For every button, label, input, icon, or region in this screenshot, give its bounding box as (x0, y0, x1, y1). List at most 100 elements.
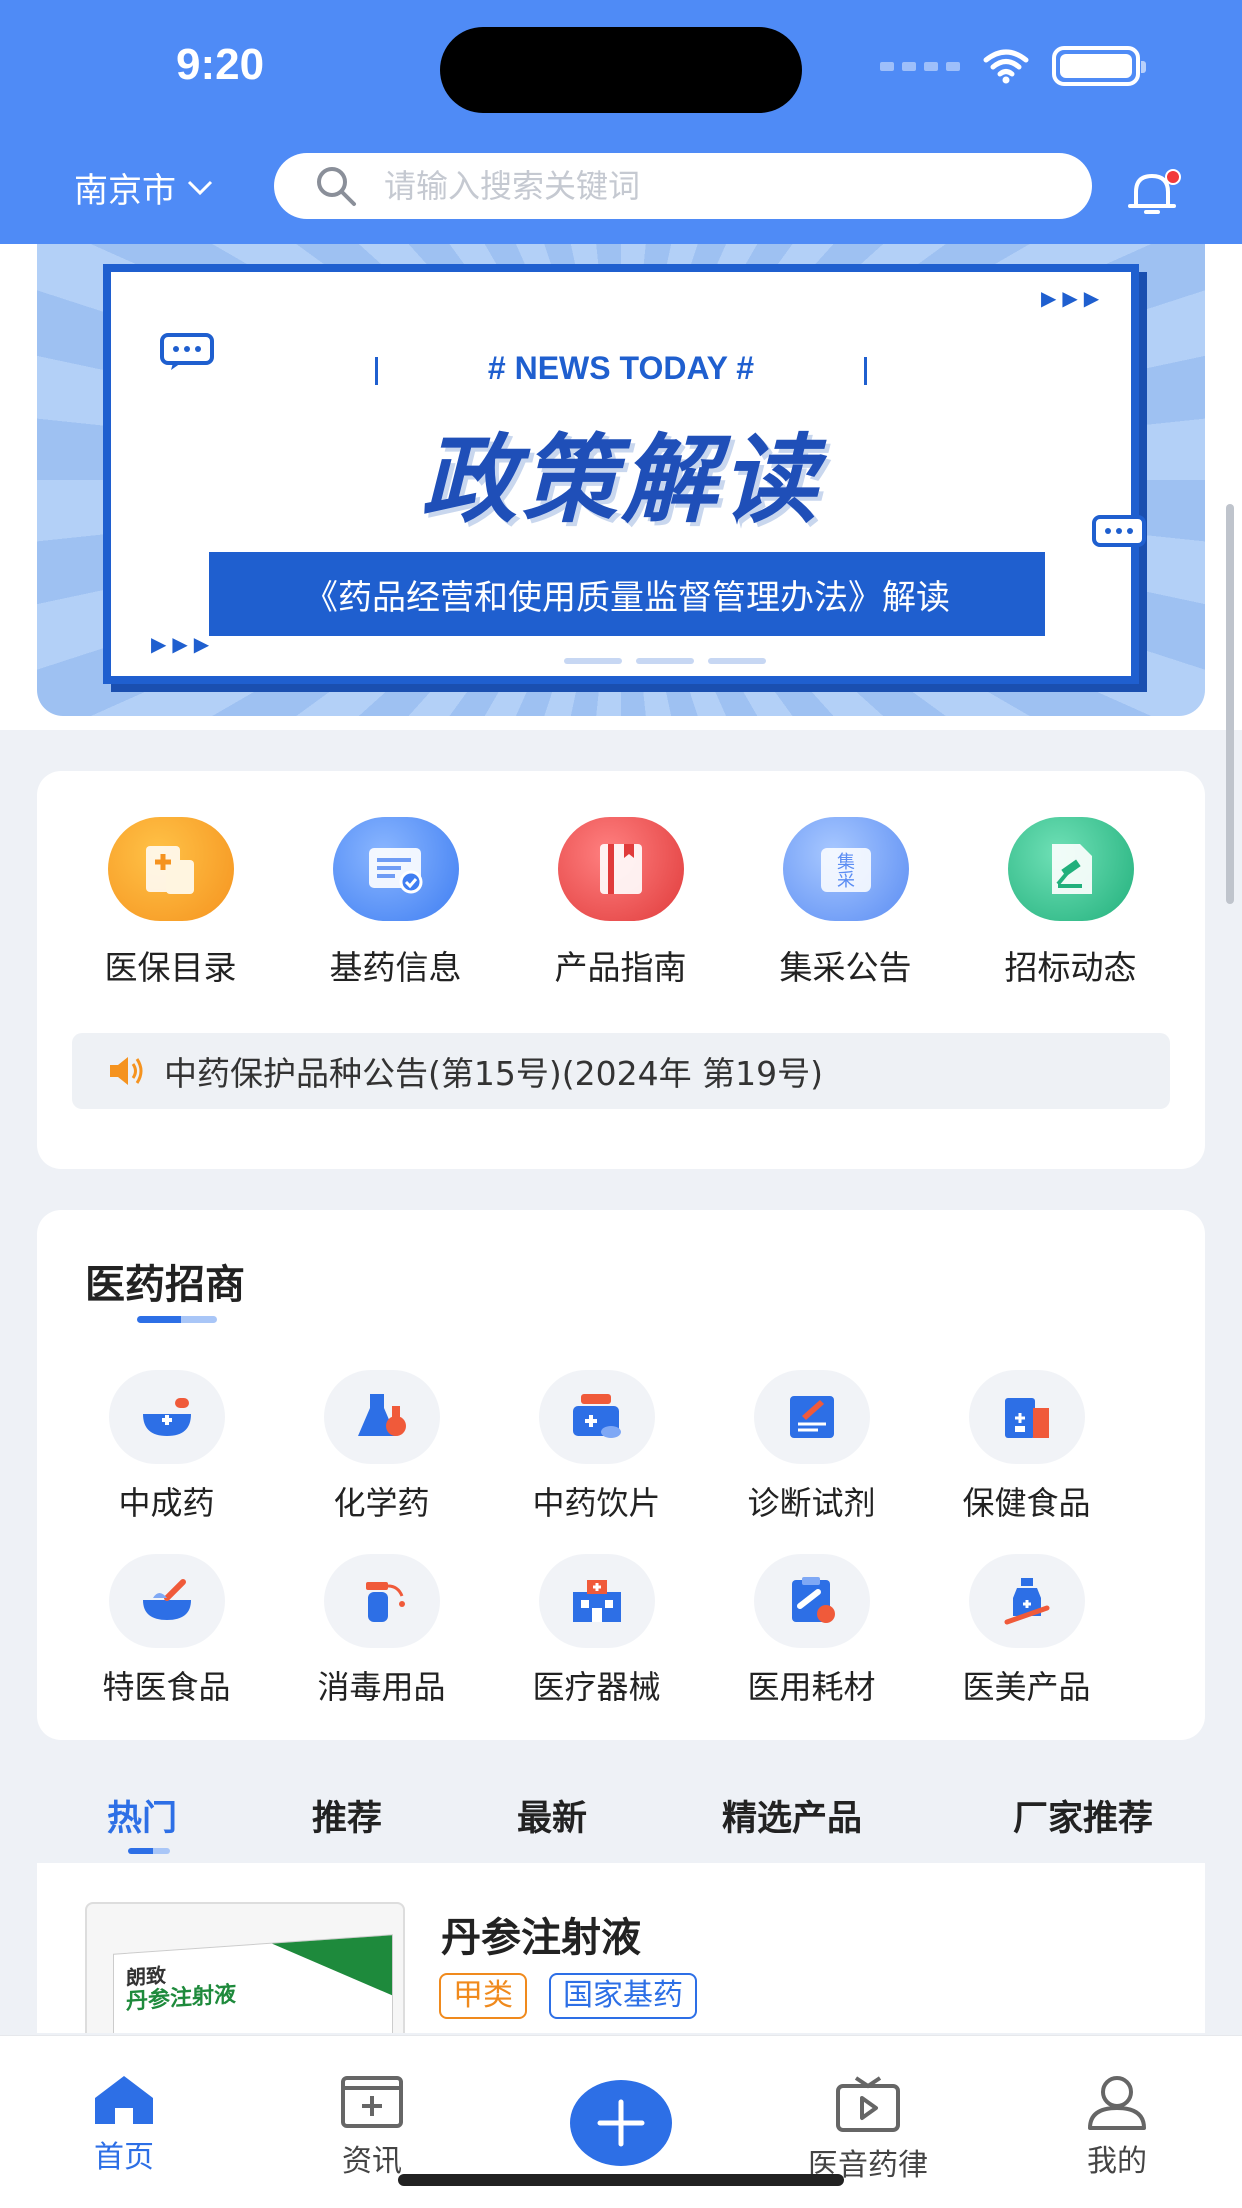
category-label: 医用耗材 (747, 1668, 876, 1706)
notice-bar[interactable]: 中药保护品种公告(第15号)(2024年 第19号) (72, 1033, 1170, 1109)
category-item[interactable]: 消毒用品 (274, 1554, 489, 1708)
tab-hot[interactable]: 热门 (107, 1790, 177, 1841)
category-item[interactable]: 医用耗材 (704, 1554, 919, 1708)
category-label: 诊断试剂 (747, 1484, 876, 1522)
product-tags: 甲类 国家基药 (439, 1973, 697, 2019)
category-item[interactable]: 医美产品 (919, 1554, 1134, 1708)
nav-home[interactable]: 首页 (44, 2074, 204, 2176)
carousel-indicator (492, 658, 766, 664)
category-label: 中成药 (118, 1484, 215, 1522)
active-tab-indicator (128, 1848, 170, 1854)
shortcut-procurement[interactable]: 集采 集采公告 (733, 817, 958, 989)
search-icon (317, 167, 356, 206)
signal-icon (880, 61, 960, 71)
tab-featured[interactable]: 精选产品 (722, 1790, 862, 1841)
search-bar[interactable] (274, 153, 1092, 219)
bell-icon (1128, 169, 1181, 214)
product-tag: 甲类 (439, 1973, 527, 2019)
category-label: 中药饮片 (532, 1484, 661, 1522)
category-label: 医美产品 (962, 1668, 1091, 1706)
scrollbar[interactable] (1226, 504, 1234, 904)
shortcut-label: 产品指南 (554, 948, 687, 987)
flask-icon (323, 1370, 440, 1464)
banner-card: # NEWS TODAY # 政策解读 《药品经营和使用质量监督管理办法》解读 … (103, 264, 1146, 684)
nav-label: 资讯 (342, 2144, 402, 2179)
category-grid: 中成药 化学药 中药饮片 诊断试剂 保健食品 特医食品 消毒用品 医疗器械 医用… (59, 1370, 1183, 1708)
nav-label: 首页 (94, 2140, 154, 2175)
wifi-icon (983, 49, 1029, 84)
medicine-box-icon (538, 1370, 655, 1464)
product-tag: 国家基药 (549, 1973, 697, 2019)
notification-button[interactable] (1126, 168, 1182, 222)
category-label: 消毒用品 (317, 1668, 446, 1706)
product-box: 朗致 丹参注射液 (113, 1934, 393, 2033)
shortcut-card: 医保目录 基药信息 产品指南 集采 集采公告 招标动态 中药保护品种公告(第15… (37, 771, 1205, 1169)
search-input[interactable] (384, 167, 984, 205)
banner-title: 政策解读 (421, 424, 821, 536)
category-item[interactable]: 中成药 (59, 1370, 274, 1524)
shortcut-essential-drugs[interactable]: 基药信息 (283, 817, 508, 989)
procurement-icon: 集采 (782, 817, 909, 921)
dynamic-island (440, 27, 802, 113)
category-item[interactable]: 中药饮片 (489, 1370, 704, 1524)
banner-carousel[interactable]: # NEWS TODAY # 政策解读 《药品经营和使用质量监督管理办法》解读 … (37, 244, 1205, 716)
shortcut-label: 医保目录 (104, 948, 237, 987)
medical-insurance-icon (107, 817, 234, 921)
home-icon (95, 2076, 153, 2124)
shortcut-medical-insurance[interactable]: 医保目录 (58, 817, 283, 989)
arrows-decoration: ▶▶▶ (151, 632, 216, 656)
tab-recommend[interactable]: 推荐 (312, 1790, 382, 1841)
nav-mine[interactable]: 我的 (1037, 2074, 1197, 2180)
diagnosis-icon (753, 1370, 870, 1464)
user-icon (1088, 2076, 1146, 2130)
category-item[interactable]: 医疗器械 (489, 1554, 704, 1708)
tv-play-icon (836, 2076, 900, 2132)
shortcut-bidding[interactable]: 招标动态 (958, 817, 1183, 989)
battery-icon (1052, 46, 1146, 86)
pharma-section: 医药招商 中成药 化学药 中药饮片 诊断试剂 保健食品 特医食品 消毒用品 医疗… (37, 1210, 1205, 1740)
content-tabs: 热门 推荐 最新 精选产品 厂家推荐 (0, 1780, 1242, 1860)
tab-latest[interactable]: 最新 (517, 1790, 587, 1841)
category-label: 化学药 (333, 1484, 430, 1522)
home-indicator[interactable] (398, 2174, 844, 2186)
chat-icon (160, 333, 214, 370)
chat-icon (1092, 515, 1146, 547)
product-image: 朗致 丹参注射液 (85, 1902, 405, 2033)
tab-manufacturer[interactable]: 厂家推荐 (1013, 1790, 1153, 1841)
news-icon (341, 2076, 403, 2128)
city-selector[interactable]: 南京市 (74, 163, 214, 212)
notice-text: 中药保护品种公告(第15号)(2024年 第19号) (164, 1054, 823, 1093)
nav-news[interactable]: 资讯 (292, 2074, 452, 2180)
app-header: 9:20 南京市 (0, 0, 1242, 244)
shortcut-label: 基药信息 (329, 948, 462, 987)
speaker-icon (110, 1057, 143, 1085)
banner-tag: # NEWS TODAY # (111, 350, 1131, 387)
shortcut-label: 招标动态 (1004, 948, 1137, 987)
status-icons (880, 46, 1146, 86)
product-name: 丹参注射液 (441, 1915, 641, 1961)
clipboard-icon (753, 1554, 870, 1648)
add-button[interactable] (570, 2080, 672, 2166)
category-item[interactable]: 特医食品 (59, 1554, 274, 1708)
mortar-icon (108, 1370, 225, 1464)
shortcut-product-guide[interactable]: 产品指南 (508, 817, 733, 989)
shortcut-label: 集采公告 (779, 948, 912, 987)
nav-label: 我的 (1087, 2144, 1147, 2179)
gavel-icon (1007, 817, 1134, 921)
arrows-decoration: ▶▶▶ (1041, 286, 1106, 310)
category-item[interactable]: 保健食品 (919, 1370, 1134, 1524)
chevron-down-icon (187, 180, 213, 195)
bottom-nav: 首页 资讯 医音药律 我的 (0, 2035, 1242, 2208)
category-item[interactable]: 化学药 (274, 1370, 489, 1524)
nav-audio[interactable]: 医音药律 (788, 2074, 948, 2184)
category-item[interactable]: 诊断试剂 (704, 1370, 919, 1524)
product-card[interactable]: 朗致 丹参注射液 丹参注射液 甲类 国家基药 (37, 1863, 1205, 2033)
document-check-icon (332, 817, 459, 921)
bowl-icon (108, 1554, 225, 1648)
spray-icon (323, 1554, 440, 1648)
product-box-text: 丹参注射液 (126, 1982, 237, 2015)
section-title: 医药招商 (85, 1262, 245, 1308)
health-food-icon (968, 1370, 1085, 1464)
category-label: 医疗器械 (532, 1668, 661, 1706)
svg-text:采: 采 (837, 870, 855, 891)
